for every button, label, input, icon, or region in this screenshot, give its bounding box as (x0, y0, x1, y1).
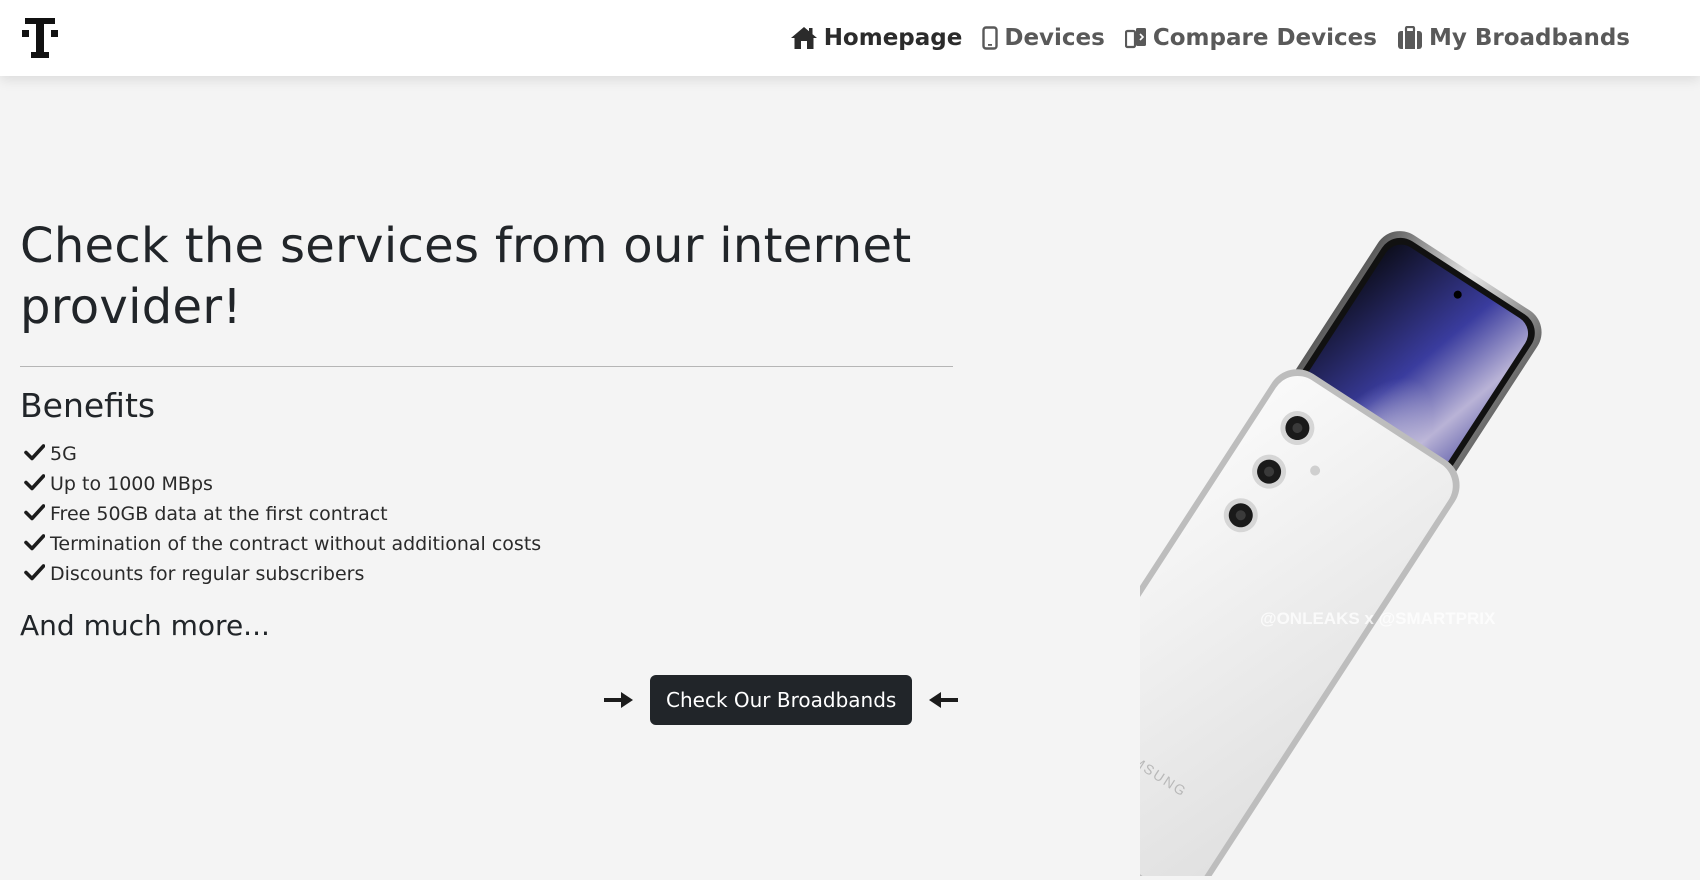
nav-compare-devices[interactable]: Compare Devices (1124, 25, 1377, 51)
benefit-text: Termination of the contract without addi… (50, 533, 542, 555)
nav-homepage-label: Homepage (823, 25, 963, 51)
home-icon (790, 26, 818, 50)
phone-image: SAMSUNG @ONLEAKS x @SMARTPRIX (1016, 216, 1700, 880)
list-item: Termination of the contract without addi… (24, 529, 541, 559)
list-item: Up to 1000 MBps (24, 469, 541, 499)
suitcase-icon (1397, 26, 1423, 50)
list-item: 5G (24, 439, 541, 469)
nav-my-broadbands-label: My Broadbands (1428, 25, 1630, 51)
benefit-text: Discounts for regular subscribers (50, 563, 365, 585)
nav-my-broadbands[interactable]: My Broadbands (1397, 25, 1630, 51)
benefits-list: 5G Up to 1000 MBps Free 50GB data at the… (24, 439, 541, 589)
main-nav: Homepage Devices Compare Devices My Broa… (790, 0, 1630, 76)
arrow-left-icon (928, 691, 959, 709)
benefits-heading: Benefits (20, 386, 156, 425)
t-logo-icon[interactable] (22, 18, 58, 58)
top-navbar: Homepage Devices Compare Devices My Broa… (0, 0, 1700, 76)
hero-section: Check the services from our internet pro… (0, 76, 1700, 880)
watermark-text: @ONLEAKS x @SMARTPRIX (1260, 609, 1496, 628)
nav-devices[interactable]: Devices (982, 25, 1105, 51)
nav-devices-label: Devices (1004, 25, 1105, 51)
benefit-text: Free 50GB data at the first contract (50, 503, 388, 525)
check-icon (24, 533, 50, 556)
compare-devices-icon (1124, 26, 1147, 50)
check-icon (24, 563, 50, 586)
list-item: Discounts for regular subscribers (24, 559, 541, 589)
page-title: Check the services from our internet pro… (20, 218, 912, 335)
nav-homepage[interactable]: Homepage (790, 25, 963, 51)
cta-row: Check Our Broadbands (604, 675, 959, 725)
smartphone-icon (982, 26, 999, 50)
list-item: Free 50GB data at the first contract (24, 499, 541, 529)
more-text: And much more... (20, 609, 270, 642)
divider (20, 366, 953, 367)
check-icon (24, 503, 50, 526)
benefit-text: 5G (50, 443, 77, 465)
check-icon (24, 443, 50, 466)
check-broadbands-button[interactable]: Check Our Broadbands (650, 675, 913, 725)
check-icon (24, 473, 50, 496)
benefit-text: Up to 1000 MBps (50, 473, 213, 495)
arrow-right-icon (604, 691, 634, 709)
nav-compare-devices-label: Compare Devices (1152, 25, 1377, 51)
